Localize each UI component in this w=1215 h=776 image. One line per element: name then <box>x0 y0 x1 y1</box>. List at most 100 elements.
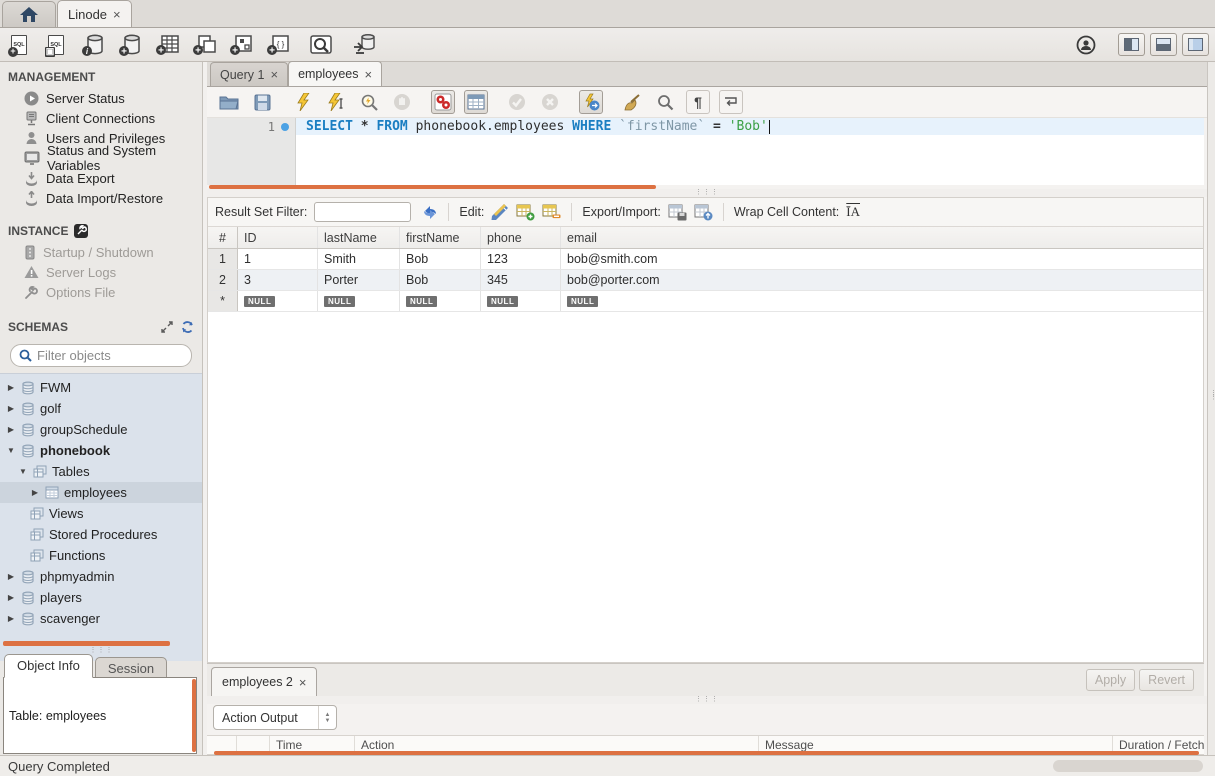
toggle-right-panel-button[interactable] <box>1182 33 1209 56</box>
status-scrollbar-thumb[interactable] <box>1053 760 1203 772</box>
sidebar-item-client-connections[interactable]: Client Connections <box>0 108 202 128</box>
column-header-id[interactable]: ID <box>238 227 318 248</box>
chevron-right-icon[interactable]: ▶ <box>6 425 16 434</box>
new-sql-tab-icon[interactable]: SQL+ <box>6 32 32 58</box>
tree-node-schema[interactable]: ▶ golf <box>0 398 202 419</box>
apply-button[interactable]: Apply <box>1086 669 1135 691</box>
tree-node-schema[interactable]: ▶ FWM <box>0 377 202 398</box>
reconnect-dbms-icon[interactable] <box>351 32 377 58</box>
create-schema-icon[interactable]: + <box>117 32 143 58</box>
tree-node-schema[interactable]: ▶ groupSchedule <box>0 419 202 440</box>
tree-node-tables[interactable]: ▼ Tables <box>0 461 202 482</box>
find-icon[interactable] <box>653 90 677 114</box>
output-type-select[interactable]: Action Output ▲▼ <box>213 705 337 730</box>
cell-email[interactable]: bob@porter.com <box>561 270 1203 290</box>
user-admin-icon[interactable] <box>1073 32 1099 58</box>
sidebar-item-status-system-variables[interactable]: Status and System Variables <box>0 148 202 168</box>
create-function-icon[interactable]: { }+ <box>265 32 291 58</box>
beautify-sql-icon[interactable] <box>620 90 644 114</box>
column-header-phone[interactable]: phone <box>481 227 561 248</box>
cell-lastname[interactable]: Smith <box>318 249 400 269</box>
tree-node-schema[interactable]: ▶ phpmyadmin <box>0 566 202 587</box>
expand-schemas-icon[interactable] <box>161 321 173 333</box>
create-table-icon[interactable]: + <box>154 32 180 58</box>
tab-object-info[interactable]: Object Info <box>4 654 93 678</box>
chevron-down-icon[interactable]: ▼ <box>18 467 28 476</box>
tree-node-stored-procedures[interactable]: Stored Procedures <box>0 524 202 545</box>
close-icon[interactable]: × <box>113 7 121 22</box>
toggle-word-wrap-icon[interactable] <box>719 90 743 114</box>
editor-result-splitter[interactable]: ⋮⋮⋮ <box>207 189 1207 197</box>
tab-employees[interactable]: employees × <box>288 61 382 86</box>
tab-employees-2[interactable]: employees 2 × <box>211 667 317 696</box>
chevron-right-icon[interactable]: ▶ <box>30 488 40 497</box>
refresh-results-icon[interactable] <box>422 205 438 220</box>
chevron-right-icon[interactable]: ▶ <box>6 614 16 623</box>
cell-firstname[interactable]: Bob <box>400 249 481 269</box>
chevron-down-icon[interactable]: ▼ <box>6 446 16 455</box>
edit-record-icon[interactable] <box>491 204 509 220</box>
column-header-email[interactable]: email <box>561 227 1203 248</box>
close-icon[interactable]: × <box>299 675 307 690</box>
table-row[interactable]: 2 3 Porter Bob 345 bob@porter.com <box>208 270 1203 291</box>
cell-phone[interactable]: 123 <box>481 249 561 269</box>
select-spinner-icon[interactable]: ▲▼ <box>318 706 336 729</box>
explain-plan-icon[interactable] <box>357 90 381 114</box>
wrap-cell-content-icon[interactable]: ĪA <box>846 204 860 220</box>
chevron-right-icon[interactable]: ▶ <box>6 383 16 392</box>
schema-filter-input[interactable] <box>37 348 177 363</box>
cell-id[interactable]: 3 <box>238 270 318 290</box>
toggle-bottom-panel-button[interactable] <box>1150 33 1177 56</box>
close-icon[interactable]: × <box>365 67 373 82</box>
execute-query-icon[interactable] <box>291 90 315 114</box>
tab-query-1[interactable]: Query 1 × <box>210 62 288 86</box>
open-file-icon[interactable] <box>217 90 241 114</box>
editor-code-area[interactable]: SELECT * FROM phonebook.employees WHERE … <box>296 118 1204 185</box>
save-icon[interactable] <box>250 90 274 114</box>
connection-tab-linode[interactable]: Linode × <box>57 0 132 27</box>
right-panel-splitter[interactable]: ⋮⋮ <box>1207 62 1215 755</box>
tab-session[interactable]: Session <box>95 657 167 678</box>
sidebar-item-data-import-restore[interactable]: Data Import/Restore <box>0 188 202 208</box>
execute-current-statement-icon[interactable] <box>324 90 348 114</box>
close-icon[interactable]: × <box>270 67 278 82</box>
schema-inspector-icon[interactable]: i <box>80 32 106 58</box>
cell-null[interactable]: NULL <box>238 291 318 311</box>
cell-null[interactable]: NULL <box>561 291 1203 311</box>
cell-lastname[interactable]: Porter <box>318 270 400 290</box>
cell-null[interactable]: NULL <box>481 291 561 311</box>
sidebar-item-startup-shutdown[interactable]: Startup / Shutdown <box>0 242 202 262</box>
open-sql-script-icon[interactable]: SQL▣ <box>43 32 69 58</box>
insert-row-icon[interactable] <box>516 204 535 221</box>
cell-null[interactable]: NULL <box>318 291 400 311</box>
stop-query-icon[interactable] <box>390 90 414 114</box>
rollback-icon[interactable] <box>538 90 562 114</box>
search-table-data-icon[interactable] <box>308 32 334 58</box>
sql-editor[interactable]: 1 SELECT * FROM phonebook.employees WHER… <box>207 118 1204 185</box>
sidebar-horizontal-scrollbar[interactable] <box>3 641 170 646</box>
toggle-stop-on-error-icon[interactable] <box>431 90 455 114</box>
toggle-left-panel-button[interactable] <box>1118 33 1145 56</box>
tree-node-views[interactable]: Views <box>0 503 202 524</box>
table-row[interactable]: 1 1 Smith Bob 123 bob@smith.com <box>208 249 1203 270</box>
sidebar-item-server-logs[interactable]: Server Logs <box>0 262 202 282</box>
limit-rows-icon[interactable] <box>464 90 488 114</box>
column-header-lastname[interactable]: lastName <box>318 227 400 248</box>
object-info-scrollbar[interactable] <box>192 679 196 752</box>
import-records-icon[interactable] <box>694 204 713 221</box>
commit-icon[interactable] <box>505 90 529 114</box>
refresh-schemas-icon[interactable] <box>181 321 194 334</box>
column-header-rownum[interactable]: # <box>208 227 238 248</box>
tree-node-table-employees[interactable]: ▶ employees <box>0 482 202 503</box>
cell-id[interactable]: 1 <box>238 249 318 269</box>
create-procedure-icon[interactable]: + <box>228 32 254 58</box>
table-row-new[interactable]: * NULL NULL NULL NULL NULL <box>208 291 1203 312</box>
result-set-filter-input[interactable] <box>314 202 411 222</box>
delete-row-icon[interactable] <box>542 204 561 221</box>
home-tab[interactable] <box>2 1 56 27</box>
tree-node-schema[interactable]: ▶ players <box>0 587 202 608</box>
cell-email[interactable]: bob@smith.com <box>561 249 1203 269</box>
toggle-autocommit-icon[interactable] <box>579 90 603 114</box>
toggle-invisible-characters-icon[interactable]: ¶ <box>686 90 710 114</box>
chevron-right-icon[interactable]: ▶ <box>6 404 16 413</box>
